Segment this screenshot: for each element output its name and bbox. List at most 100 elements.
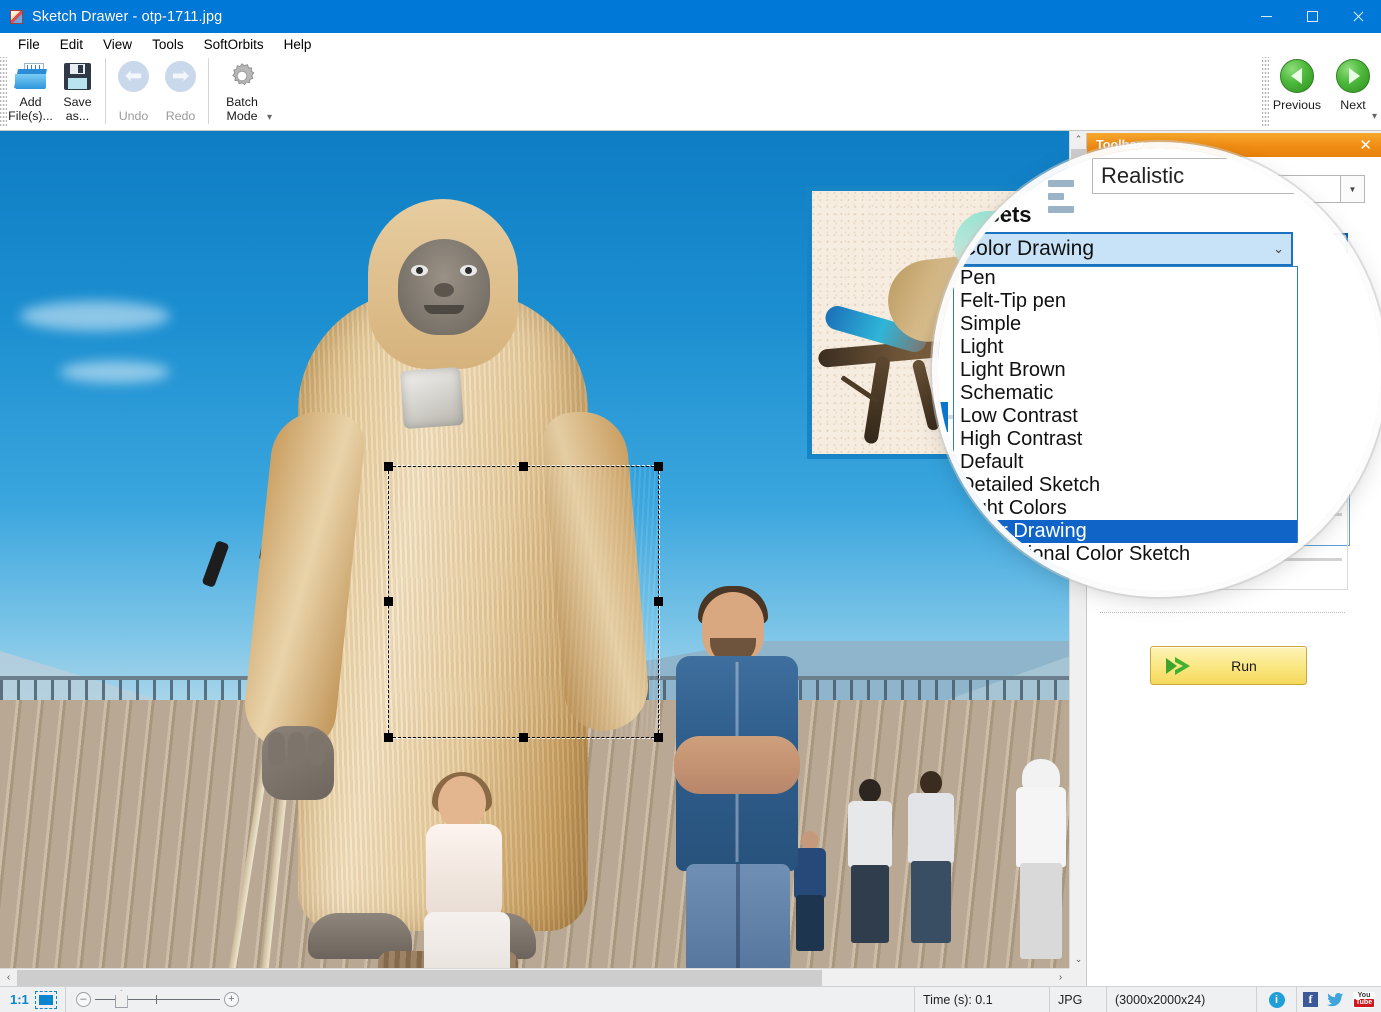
man-figure	[670, 586, 820, 968]
status-bar: 1:1 – + Time (s): 0.1 JPG (3000x2000x24)…	[0, 986, 1381, 1012]
edge-slider-thumb[interactable]	[1144, 370, 1161, 388]
twitter-icon[interactable]	[1327, 992, 1344, 1007]
menu-tools[interactable]: Tools	[142, 35, 194, 54]
zoom-slider-thumb[interactable]	[114, 990, 128, 1008]
zoom-out-button[interactable]: –	[75, 992, 91, 1007]
preset-combo-box[interactable]: Color Drawing ⌄	[1102, 233, 1348, 259]
close-button[interactable]	[1335, 0, 1381, 33]
redo-label: Redo	[165, 109, 196, 123]
menu-softorbits[interactable]: SoftOrbits	[194, 35, 274, 54]
toolbox-close-icon[interactable]: ✕	[1359, 138, 1372, 153]
selection-marquee[interactable]	[384, 462, 663, 742]
toolbar-grip-right[interactable]	[1262, 57, 1269, 127]
menu-view-label: View	[103, 36, 133, 52]
child-figure	[400, 772, 535, 968]
add-files-label-1: Add	[19, 95, 42, 109]
selection-handle-top-right[interactable]	[654, 462, 663, 471]
menu-file[interactable]: File	[8, 35, 50, 54]
preview-image-bird-sketch	[812, 191, 1091, 454]
app-window: Sketch Drawer - otp-1711.jpg File Edit V…	[0, 0, 1381, 1012]
toolbar-overflow-right[interactable]: ▾	[1372, 111, 1377, 122]
scroll-left-icon[interactable]: ‹	[0, 969, 17, 987]
window-controls	[1243, 0, 1381, 33]
selection-handle-bottom-left[interactable]	[384, 733, 393, 742]
horizontal-scroll-track[interactable]	[17, 969, 1052, 987]
zoom-ratio-label[interactable]: 1:1	[0, 992, 33, 1007]
preset-option[interactable]: Felt-Tip pen	[1103, 277, 1349, 294]
bird-illustration	[822, 205, 1068, 390]
smudge-slider-track	[1120, 513, 1342, 516]
youtube-icon-line2: Tube	[1353, 999, 1375, 1007]
selection-handle-top-left[interactable]	[384, 462, 393, 471]
undo-button[interactable]: ⬅ Undo	[110, 55, 157, 129]
scroll-down-icon[interactable]: ⌄	[1070, 951, 1087, 968]
scroll-right-icon[interactable]: ›	[1052, 969, 1069, 987]
open-folder-icon	[13, 59, 47, 93]
background-person	[845, 779, 895, 944]
toolbar-overflow-left[interactable]: ▾	[267, 112, 272, 123]
menu-help-label: Help	[283, 36, 312, 52]
background-person	[905, 771, 957, 943]
selection-handle-bottom-right[interactable]	[654, 733, 663, 742]
title-bar: Sketch Drawer - otp-1711.jpg	[0, 0, 1381, 33]
selection-handle-middle-left[interactable]	[384, 597, 393, 606]
save-as-button[interactable]: Save as...	[54, 55, 101, 129]
chevron-down-icon[interactable]: ▼	[1341, 175, 1365, 203]
green-double-arrow-icon	[1164, 655, 1198, 677]
next-label: Next	[1340, 98, 1366, 112]
run-button[interactable]: Run	[1150, 646, 1307, 685]
social-icons: f You Tube	[1297, 991, 1381, 1008]
info-button[interactable]: i	[1257, 986, 1297, 1012]
redo-arrow-icon: ➡	[165, 59, 196, 93]
menu-edit[interactable]: Edit	[50, 35, 93, 54]
stroke-thickness-slider-thumb[interactable]	[1126, 550, 1143, 568]
status-format: JPG	[1050, 986, 1107, 1012]
save-as-label-1: Save	[63, 95, 92, 109]
batch-mode-button[interactable]: Batch Mode ▾	[213, 55, 272, 129]
youtube-icon[interactable]: You Tube	[1353, 991, 1375, 1008]
background-person	[1010, 759, 1069, 959]
selection-handle-top-middle[interactable]	[518, 462, 528, 471]
selection-handle-bottom-middle[interactable]	[518, 733, 528, 742]
menu-softorbits-label: SoftOrbits	[203, 36, 264, 52]
zoom-in-button[interactable]: +	[223, 992, 239, 1007]
horizontal-scroll-thumb[interactable]	[17, 969, 822, 986]
facebook-icon[interactable]: f	[1303, 992, 1318, 1007]
preset-option[interactable]: Pen	[1103, 260, 1349, 277]
status-time: Time (s): 0.1	[915, 986, 1050, 1012]
canvas-horizontal-scrollbar[interactable]: ‹ ›	[0, 968, 1069, 986]
green-left-arrow-icon	[1280, 59, 1314, 93]
previous-button[interactable]: Previous	[1269, 55, 1325, 129]
fit-to-window-icon[interactable]	[34, 990, 57, 1009]
batch-mode-label-1: Batch	[226, 95, 258, 109]
zoom-slider-track[interactable]	[94, 990, 220, 1008]
smudge-slider[interactable]	[1120, 505, 1342, 523]
add-files-label-2: File(s)...	[8, 109, 53, 123]
status-spacer	[249, 986, 915, 1012]
selection-handle-middle-right[interactable]	[654, 597, 663, 606]
minimize-button[interactable]	[1243, 0, 1289, 33]
menu-view[interactable]: View	[93, 35, 142, 54]
previous-label: Previous	[1272, 98, 1322, 112]
preset-option[interactable]: Simple	[1103, 295, 1349, 312]
run-button-label: Run	[1231, 657, 1257, 674]
redo-button[interactable]: ➡ Redo	[157, 55, 204, 129]
undo-label: Undo	[118, 109, 149, 123]
preset-option[interactable]: Light Brown	[1103, 329, 1349, 346]
toolbar: Add File(s)... Save as... ⬅ Undo ➡ Redo …	[0, 55, 1381, 131]
window-title: Sketch Drawer - otp-1711.jpg	[32, 8, 223, 25]
status-dimensions: (3000x2000x24)	[1107, 986, 1257, 1012]
menu-help[interactable]: Help	[274, 35, 322, 54]
scroll-up-icon[interactable]: ⌃	[1070, 131, 1087, 148]
maximize-button[interactable]	[1289, 0, 1335, 33]
style-select-value[interactable]: Realistic	[1183, 175, 1341, 203]
undo-arrow-icon: ⬅	[118, 59, 149, 93]
toolbar-grip[interactable]	[0, 57, 7, 127]
smudge-slider-thumb[interactable]	[1128, 505, 1145, 523]
stroke-thickness-slider[interactable]	[1120, 550, 1342, 568]
preview-thumbnail[interactable]	[807, 186, 1096, 459]
zoom-slider[interactable]: – +	[66, 990, 249, 1008]
edge-slider[interactable]	[1120, 370, 1342, 388]
add-files-button[interactable]: Add File(s)...	[7, 55, 54, 129]
preset-option[interactable]: Light	[1103, 312, 1349, 329]
